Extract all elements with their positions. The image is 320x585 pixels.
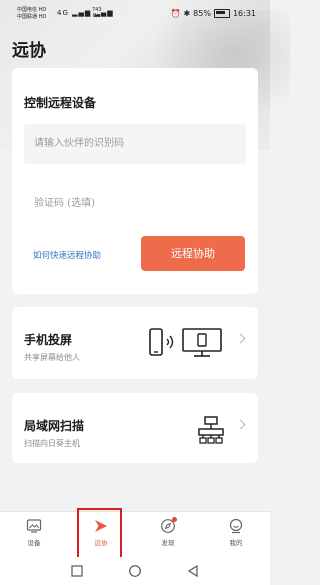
system-navigation-bar [0, 557, 270, 585]
home-icon[interactable] [128, 564, 142, 578]
feature-subtitle: 共享屏幕给他人 [24, 353, 80, 362]
screen-mirror-card[interactable]: 手机投屏 共享屏幕给他人 [12, 307, 258, 379]
chevron-right-icon [235, 419, 246, 430]
page-title: 远协 [12, 41, 46, 61]
profile-icon [229, 518, 243, 534]
recent-apps-icon[interactable] [70, 564, 84, 578]
carrier-info: 中国电信 HD 中国联通 HD [17, 7, 46, 21]
battery-icon [213, 9, 230, 18]
nav-discover[interactable]: 发现 [141, 517, 195, 547]
verification-code-input[interactable]: 验证码 (选填) [24, 184, 246, 224]
devices-icon [26, 519, 42, 533]
bottom-navigation: 设备 远协 发现 我的 [0, 511, 270, 558]
nav-profile[interactable]: 我的 [209, 518, 263, 547]
network-topology-icon [198, 416, 224, 444]
battery-percent: 85% [193, 9, 211, 18]
card-title: 控制远程设备 [24, 96, 97, 110]
notification-dot [172, 517, 177, 522]
chevron-right-icon [235, 333, 246, 344]
remote-assist-button[interactable]: 远程协助 [141, 236, 245, 271]
lan-scan-card[interactable]: 局域网扫描 扫描向日葵主机 [12, 393, 258, 463]
network-type: 4G [57, 9, 69, 17]
feature-title: 局域网扫描 [24, 419, 85, 433]
status-bar: 中国电信 HD 中国联通 HD 4G ▂▄▆ ▂▄▆ 743 B/s ⏰ ✱ 8… [0, 0, 270, 28]
feature-subtitle: 扫描向日葵主机 [24, 439, 80, 448]
alarm-icon: ⏰ [170, 9, 181, 18]
partner-id-input[interactable]: 请输入伙伴的识别码 [24, 124, 246, 164]
help-link[interactable]: 如何快速远程协助 [33, 249, 101, 261]
back-icon[interactable] [186, 564, 200, 578]
bluetooth-icon: ✱ [183, 9, 191, 18]
nav-devices[interactable]: 设备 [7, 518, 61, 547]
signal-icon: 4G ▂▄▆ ▂▄▆ [57, 9, 114, 17]
carrier-2: 中国联通 HD [17, 14, 47, 20]
phone-to-monitor-icon [149, 328, 222, 357]
selection-highlight [77, 508, 122, 560]
feature-title: 手机投屏 [24, 333, 73, 347]
remote-control-card: 控制远程设备 请输入伙伴的识别码 验证码 (选填) 如何快速远程协助 远程协助 [12, 68, 258, 294]
carrier-1: 中国电信 HD [17, 7, 47, 13]
status-right: ⏰ ✱ 85% 16:31 [170, 9, 256, 18]
clock: 16:31 [232, 9, 256, 18]
network-speed: 743 B/s [92, 7, 102, 19]
